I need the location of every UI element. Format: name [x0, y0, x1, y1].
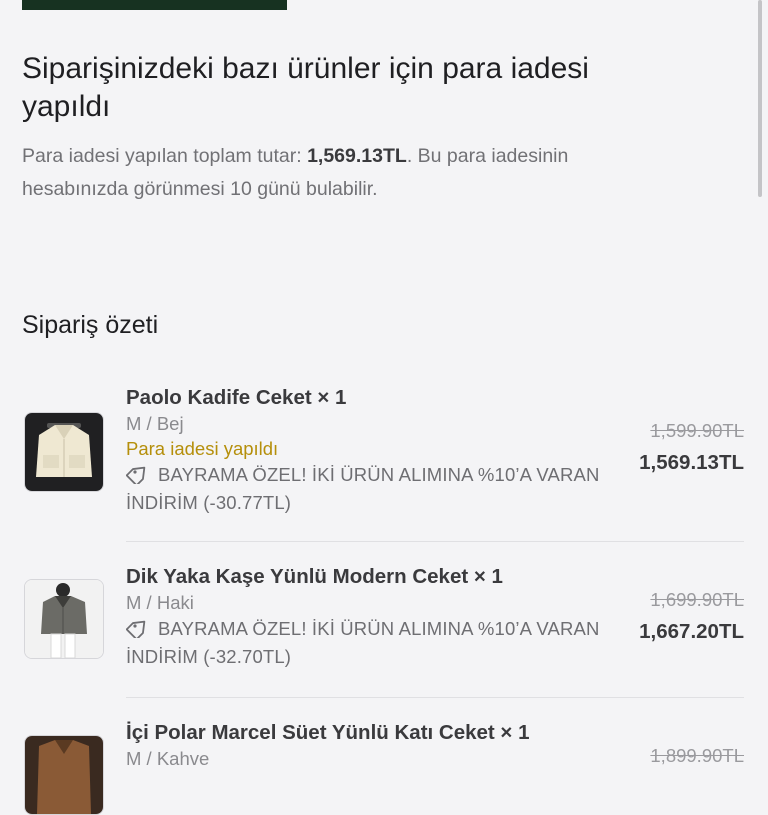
refund-description: Para iadesi yapılan toplam tutar: 1,569.… — [22, 140, 662, 206]
refund-desc-before: Para iadesi yapılan toplam tutar: — [22, 145, 308, 167]
refund-amount: 1,569.13TL — [307, 145, 407, 167]
product-name[interactable]: İçi Polar Marcel Süet Yünlü Katı Ceket ×… — [126, 719, 616, 746]
product-image[interactable] — [24, 412, 104, 492]
product-name[interactable]: Paolo Kadife Ceket × 1 — [126, 384, 616, 411]
price-block: 1,699.90TL 1,667.20TL — [639, 587, 744, 647]
discount-line: BAYRAMA ÖZEL! İKİ ÜRÜN ALIMINA %10’A VAR… — [125, 461, 616, 517]
divider — [126, 541, 744, 542]
price-block: 1,599.90TL 1,569.13TL — [639, 418, 744, 478]
original-price: 1,599.90TL — [650, 420, 744, 441]
refund-status: Para iadesi yapıldı — [126, 438, 279, 459]
product-name[interactable]: Dik Yaka Kaşe Yünlü Modern Ceket × 1 — [126, 563, 616, 590]
product-image[interactable] — [24, 735, 104, 815]
divider — [126, 697, 744, 698]
discount-text: BAYRAMA ÖZEL! İKİ ÜRÜN ALIMINA %10’A VAR… — [126, 618, 600, 667]
product-variant: M / Bej — [126, 413, 184, 434]
order-summary-title: Sipariş özeti — [22, 311, 159, 339]
product-variant: M / Kahve — [126, 748, 210, 769]
tag-icon — [125, 464, 150, 487]
final-price: 1,569.13TL — [639, 451, 744, 474]
product-variant: M / Haki — [126, 592, 194, 613]
refund-title: Siparişinizdeki bazı ürünler için para i… — [22, 52, 589, 123]
final-price: 1,667.20TL — [639, 620, 744, 643]
discount-text: BAYRAMA ÖZEL! İKİ ÜRÜN ALIMINA %10’A VAR… — [126, 464, 600, 513]
price-block: 1,899.90TL — [650, 743, 744, 769]
original-price: 1,899.90TL — [650, 745, 744, 766]
product-image[interactable] — [24, 579, 104, 659]
discount-line: BAYRAMA ÖZEL! İKİ ÜRÜN ALIMINA %10’A VAR… — [125, 615, 616, 671]
header-bar — [22, 0, 287, 10]
tag-icon — [125, 618, 150, 641]
original-price: 1,699.90TL — [650, 589, 744, 610]
scrollbar[interactable] — [758, 0, 762, 197]
